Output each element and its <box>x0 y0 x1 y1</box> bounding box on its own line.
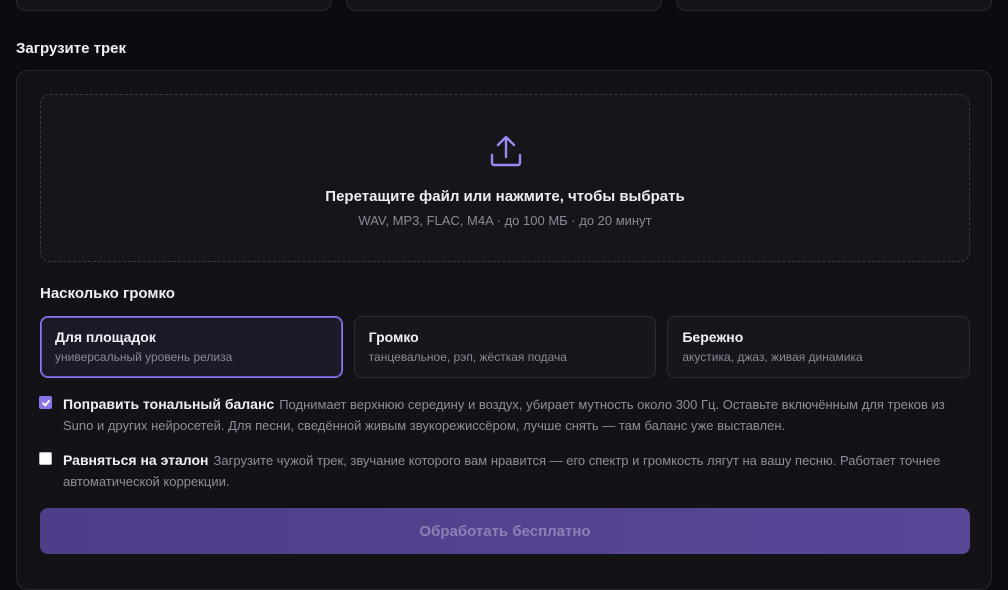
tonal-balance-checkbox[interactable] <box>39 396 52 409</box>
dropzone-title: Перетащите файл или нажмите, чтобы выбра… <box>325 188 685 205</box>
option-description: универсальный уровень релиза <box>55 350 233 364</box>
top-cards-row <box>16 0 992 11</box>
option-label: Бережно <box>682 329 744 345</box>
file-dropzone[interactable]: Перетащите файл или нажмите, чтобы выбра… <box>40 94 970 262</box>
dropzone-subtitle: WAV, MP3, FLAC, M4A · до 100 МБ · до 20 … <box>358 213 652 228</box>
tonal-balance-row: Поправить тональный баланс Поднимает верх… <box>39 394 969 436</box>
option-description: танцевальное, рэп, жёсткая подача <box>368 350 567 364</box>
top-card[interactable] <box>16 0 332 11</box>
loudness-option-loud[interactable]: Громко танцевальное, рэп, жёсткая подача <box>353 316 657 378</box>
upload-panel: Перетащите файл или нажмите, чтобы выбра… <box>16 70 992 590</box>
option-label: Для площадок <box>55 329 156 345</box>
reference-label[interactable]: Равняться на эталон <box>63 452 209 468</box>
checkmark-icon <box>41 399 50 406</box>
option-label: Громко <box>368 329 419 345</box>
process-free-button[interactable]: Обработать бесплатно <box>40 508 970 554</box>
reference-row: Равняться на эталон Загрузите чужой трек,… <box>39 450 969 492</box>
loudness-option-gentle[interactable]: Бережно акустика, джаз, живая динамика <box>667 316 971 378</box>
tonal-balance-label[interactable]: Поправить тональный баланс <box>63 396 274 412</box>
loudness-options: Для площадок универсальный уровень релиз… <box>40 316 971 378</box>
reference-text: Равняться на эталон Загрузите чужой трек,… <box>63 450 969 492</box>
option-description: акустика, джаз, живая динамика <box>682 350 863 364</box>
upload-section-title: Загрузите трек <box>16 40 126 57</box>
upload-icon <box>490 135 522 167</box>
reference-checkbox[interactable] <box>39 452 52 465</box>
top-card[interactable] <box>346 0 662 11</box>
top-card[interactable] <box>676 0 992 11</box>
tonal-balance-text: Поправить тональный баланс Поднимает верх… <box>63 394 969 436</box>
loudness-title: Насколько громко <box>40 285 175 302</box>
loudness-option-venues[interactable]: Для площадок универсальный уровень релиз… <box>40 316 343 378</box>
